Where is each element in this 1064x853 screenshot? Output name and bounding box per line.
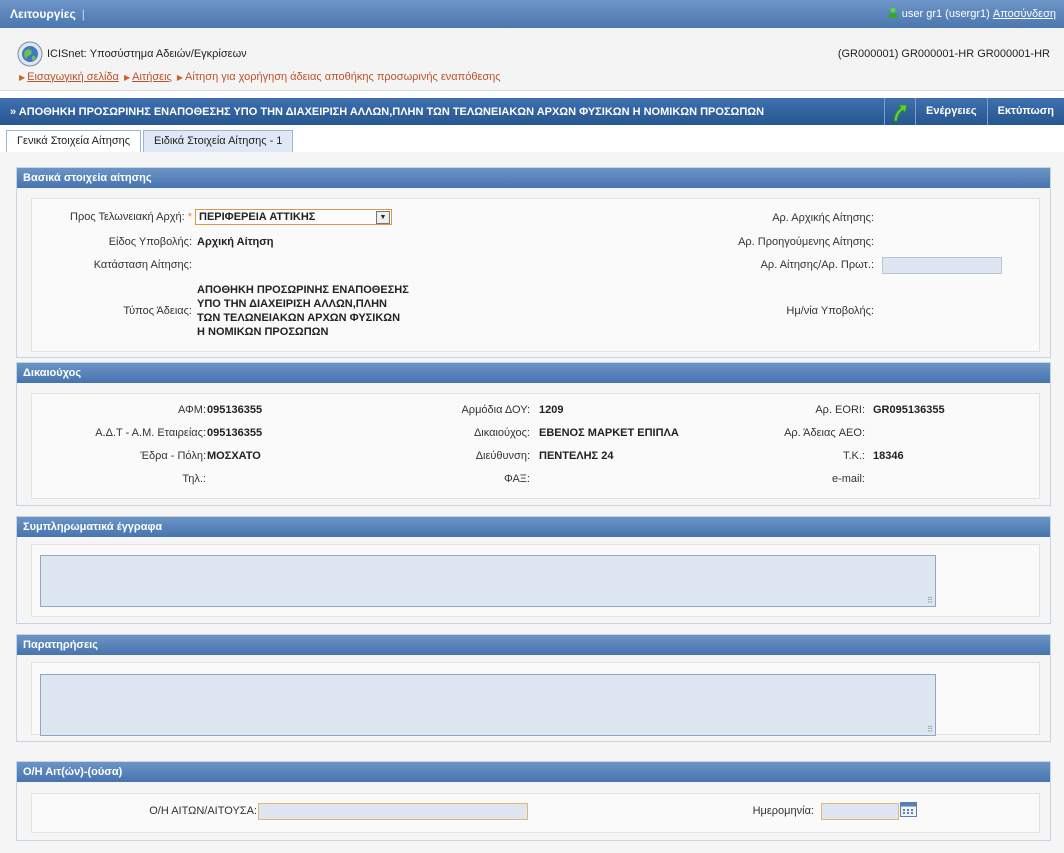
applicant-name-input[interactable]: [258, 803, 528, 820]
city-label: Έδρα - Πόλη:: [140, 450, 206, 462]
afm-label: ΑΦΜ:: [177, 404, 206, 416]
doy-value: 1209: [539, 404, 564, 416]
license-type-line: ΤΩΝ ΤΕΛΩΝΕΙΑΚΩΝ ΑΡΧΩΝ ΦΥΣΙΚΩΝ: [197, 312, 401, 324]
license-type-line: ΑΠΟΘΗΚΗ ΠΡΟΣΩΡΙΝΗΣ ΕΝΑΠΟΘΕΣΗΣ: [197, 284, 409, 296]
protocol-no-input[interactable]: [882, 257, 1002, 274]
adt-label: Α.Δ.Τ - Α.Μ. Εταιρείας:: [95, 427, 206, 439]
globe-icon: [17, 41, 43, 67]
app-title: ICISnet: Υποσύστημα Αδειών/Εγκρίσεων: [47, 48, 247, 60]
green-arrow-icon: [893, 104, 908, 121]
remarks-panel: ⠿: [31, 662, 1040, 736]
status-label: Κατάσταση Αίτησης:: [93, 259, 192, 271]
form-content: Βασικά στοιχεία αίτησης Προς Τελωνειακή …: [0, 152, 1064, 853]
tab-strip: Γενικά Στοιχεία Αίτησης Ειδικά Στοιχεία …: [0, 125, 1064, 153]
protocol-no-label: Αρ. Αίτησης/Αρ. Πρωτ.:: [760, 259, 874, 271]
functions-menu[interactable]: Λειτουργίες |: [10, 7, 85, 21]
breadcrumb-requests-link[interactable]: Αιτήσεις: [132, 71, 172, 83]
documents-textarea[interactable]: ⠿: [40, 555, 936, 607]
eori-label: Αρ. EORI:: [815, 404, 865, 416]
previous-application-no-label: Αρ. Προηγούμενης Αίτησης:: [738, 236, 874, 248]
beneficiary-header: Δικαιούχος: [17, 363, 1050, 383]
breadcrumb: ▶ Εισαγωγική σελίδα ▶ Αιτήσεις ▶ Αίτηση για…: [17, 71, 501, 83]
breadcrumb-arrow-icon: ▶: [176, 73, 184, 82]
submission-date-label: Ημ/νία Υποβολής:: [786, 305, 874, 317]
chevron-down-icon[interactable]: ▼: [376, 211, 390, 224]
actions-button[interactable]: Ενέργειες: [915, 98, 987, 125]
aeo-label: Αρ. Άδειας AEO:: [784, 427, 865, 439]
submission-type-label: Είδος Υποβολής:: [108, 236, 192, 248]
documents-panel: ⠿: [31, 544, 1040, 617]
initial-application-no-label: Αρ. Αρχικής Αίτησης:: [772, 212, 874, 224]
holder-value: ΕΒΕΝΟΣ ΜΑΡΚΕΤ ΕΠΙΠΛΑ: [539, 427, 679, 439]
phone-label: Τηλ.:: [182, 473, 206, 485]
license-type-line: Η ΝΟΜΙΚΩΝ ΠΡΟΣΩΠΩΝ: [197, 326, 329, 338]
authority-label: Προς Τελωνειακή Αρχή: *: [42, 211, 192, 223]
documents-section: Συμπληρωματικά έγγραφα ⠿: [16, 516, 1051, 624]
license-type-value: ΑΠΟΘΗΚΗ ΠΡΟΣΩΡΙΝΗΣ ΕΝΑΠΟΘΕΣΗΣ ΥΠΟ ΤΗΝ ΔΙ…: [197, 283, 409, 339]
applicant-header: Ο/Η Αιτ(ών)-(ούσα): [17, 762, 1050, 782]
city-value: ΜΟΣΧΑΤΟ: [207, 450, 261, 462]
afm-value: 095136355: [207, 404, 263, 416]
adt-value: 095136355: [207, 427, 263, 439]
eori-value: GR095136355: [873, 404, 945, 416]
remarks-section: Παρατηρήσεις ⠿: [16, 634, 1051, 742]
applicant-name-label: Ο/Η ΑΙΤΩΝ/ΑΙΤΟΥΣΑ:: [149, 805, 257, 817]
documents-header: Συμπληρωματικά έγγραφα: [17, 517, 1050, 537]
zip-value: 18346: [873, 450, 904, 462]
beneficiary-section: Δικαιούχος ΑΦΜ: 095136355 Α.Δ.Τ - Α.Μ. Ε…: [16, 362, 1051, 506]
beneficiary-panel: ΑΦΜ: 095136355 Α.Δ.Τ - Α.Μ. Εταιρείας: 0…: [31, 393, 1040, 499]
applicant-section: Ο/Η Αιτ(ών)-(ούσα) Ο/Η ΑΙΤΩΝ/ΑΙΤΟΥΣΑ: Ημ…: [16, 761, 1051, 841]
user-icon: [887, 7, 898, 18]
functions-menu-label[interactable]: Λειτουργίες: [10, 7, 76, 21]
basic-info-panel: Προς Τελωνειακή Αρχή: * ΠΕΡΙΦΕΡΕΙΑ ΑΤΤΙΚ…: [31, 198, 1040, 352]
zip-label: Τ.Κ.:: [842, 450, 865, 462]
breadcrumb-current: Αίτηση για χορήγηση άδειας αποθήκης προσ…: [185, 71, 501, 83]
page-title: » ΑΠΟΘΗΚΗ ΠΡΟΣΩΡΙΝΗΣ ΕΝΑΠΟΘΕΣΗΣ ΥΠΟ ΤΗΝ …: [10, 106, 765, 118]
holder-label: Δικαιούχος:: [473, 427, 530, 439]
menu-separator: |: [81, 7, 85, 21]
resize-grip-icon[interactable]: ⠿: [927, 596, 933, 605]
tab-general[interactable]: Γενικά Στοιχεία Αίτησης: [6, 130, 142, 153]
fax-label: ΦΑΞ:: [503, 473, 530, 485]
required-mark: *: [187, 211, 192, 223]
basic-info-header: Βασικά στοιχεία αίτησης: [17, 168, 1050, 188]
license-type-line: ΥΠΟ ΤΗΝ ΔΙΑΧΕΙΡΙΣΗ ΑΛΛΩΝ,ΠΛΗΝ: [197, 298, 387, 310]
breadcrumb-arrow-icon: ▶: [19, 73, 26, 82]
basic-info-section: Βασικά στοιχεία αίτησης Προς Τελωνειακή …: [16, 167, 1051, 358]
address-value: ΠΕΝΤΕΛΗΣ 24: [539, 450, 614, 462]
authority-label-text: Προς Τελωνειακή Αρχή:: [70, 211, 185, 223]
title-actions: Ενέργειες Εκτύπωση: [884, 98, 1064, 125]
license-type-label: Τύπος Άδειας:: [123, 305, 192, 317]
office-codes: (GR000001) GR000001-HR GR000001-HR: [837, 48, 1050, 60]
authority-select[interactable]: ΠΕΡΙΦΕΡΕΙΑ ΑΤΤΙΚΗΣ ▼: [195, 209, 392, 225]
applicant-panel: Ο/Η ΑΙΤΩΝ/ΑΙΤΟΥΣΑ: Ημερομηνία:: [31, 793, 1040, 833]
email-label: e-mail:: [831, 473, 865, 485]
remarks-header: Παρατηρήσεις: [17, 635, 1050, 655]
user-name: user gr1 (usergr1): [901, 8, 990, 20]
remarks-textarea[interactable]: ⠿: [40, 674, 936, 736]
go-button[interactable]: [884, 98, 915, 125]
app-header: ICISnet: Υποσύστημα Αδειών/Εγκρίσεων (GR…: [0, 28, 1064, 91]
logout-link[interactable]: Αποσύνδεση: [993, 8, 1056, 20]
user-info: user gr1 (usergr1) Αποσύνδεση: [887, 7, 1056, 20]
tab-specific[interactable]: Ειδικά Στοιχεία Αίτησης - 1: [143, 130, 294, 152]
date-input[interactable]: [821, 803, 899, 820]
address-label: Διεύθυνση:: [475, 450, 530, 462]
calendar-icon[interactable]: [900, 802, 917, 817]
doy-label: Αρμόδια ΔΟΥ:: [461, 404, 530, 416]
resize-grip-icon[interactable]: ⠿: [927, 725, 933, 734]
submission-type-value: Αρχική Αίτηση: [197, 236, 274, 248]
authority-select-value: ΠΕΡΙΦΕΡΕΙΑ ΑΤΤΙΚΗΣ: [199, 211, 316, 223]
date-label: Ημερομηνία:: [752, 805, 814, 817]
breadcrumb-home-link[interactable]: Εισαγωγική σελίδα: [27, 71, 119, 83]
print-button[interactable]: Εκτύπωση: [986, 98, 1064, 125]
top-menu-bar: Λειτουργίες | user gr1 (usergr1) Αποσύνδε…: [0, 0, 1064, 28]
page-title-bar: » ΑΠΟΘΗΚΗ ΠΡΟΣΩΡΙΝΗΣ ΕΝΑΠΟΘΕΣΗΣ ΥΠΟ ΤΗΝ …: [0, 98, 1064, 125]
breadcrumb-arrow-icon: ▶: [123, 73, 131, 82]
